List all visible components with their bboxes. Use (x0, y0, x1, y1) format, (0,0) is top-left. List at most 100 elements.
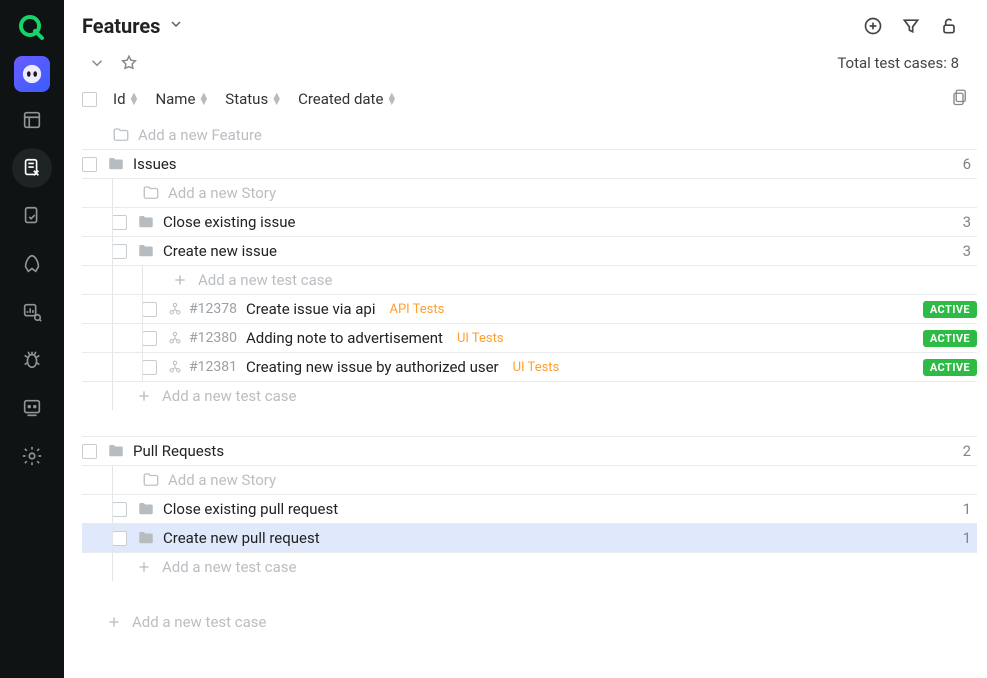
testcase-tag: UI Tests (457, 331, 504, 346)
testcase-id: #12380 (189, 330, 237, 346)
group-name: Issues (133, 155, 177, 173)
nav-analytics[interactable] (12, 292, 52, 332)
placeholder-text: Add a new test case (198, 271, 332, 289)
testcase-row[interactable]: #12381 Creating new issue by authorized … (82, 352, 977, 381)
group-row[interactable]: Pull Requests 2 (82, 436, 977, 465)
placeholder-text: Add a new Feature (138, 126, 262, 144)
folder-icon (137, 213, 155, 231)
row-checkbox[interactable] (142, 331, 157, 346)
story-count: 3 (963, 242, 977, 260)
story-row[interactable]: Close existing pull request 1 (82, 494, 977, 523)
row-checkbox[interactable] (112, 215, 127, 230)
app-logo-icon (16, 12, 48, 44)
row-checkbox[interactable] (112, 502, 127, 517)
lock-open-icon[interactable] (939, 16, 959, 36)
row-checkbox[interactable] (82, 157, 97, 172)
folder-icon (142, 471, 160, 489)
testcase-id: #12381 (189, 359, 237, 375)
testcase-name: Creating new issue by authorized user (246, 358, 499, 376)
nav-launches[interactable] (12, 244, 52, 284)
add-story-row[interactable]: Add a new Story (82, 465, 977, 494)
group-count: 2 (963, 442, 977, 460)
group-name: Pull Requests (133, 442, 224, 460)
row-checkbox[interactable] (82, 444, 97, 459)
col-name[interactable]: Name▲▼ (155, 90, 209, 108)
nav-settings[interactable] (12, 436, 52, 476)
subbar: Total test cases: 8 (64, 44, 987, 82)
sidebar (0, 0, 64, 678)
group-count: 6 (963, 155, 977, 173)
chevron-down-icon[interactable] (168, 16, 184, 36)
story-row[interactable]: Create new issue 3 (82, 236, 977, 265)
plus-icon (106, 614, 122, 630)
main: Features (64, 0, 987, 678)
filter-icon[interactable] (901, 16, 921, 36)
folder-icon (112, 126, 130, 144)
folder-icon (142, 184, 160, 202)
nav-dashboard[interactable] (12, 100, 52, 140)
add-icon[interactable] (863, 16, 883, 36)
story-row[interactable]: Create new pull request 1 (82, 523, 977, 552)
row-checkbox[interactable] (142, 360, 157, 375)
add-feature-row[interactable]: Add a new Feature (82, 120, 977, 149)
folder-icon (107, 442, 125, 460)
testcase-row[interactable]: #12378 Create issue via api API Tests AC… (82, 294, 977, 323)
add-testcase-row[interactable]: Add a new test case (82, 265, 977, 294)
folder-icon (137, 242, 155, 260)
nav-runs[interactable] (12, 196, 52, 236)
row-checkbox[interactable] (142, 302, 157, 317)
select-all-checkbox[interactable] (82, 92, 97, 107)
add-testcase-row[interactable]: Add a new test case (82, 552, 977, 581)
placeholder-text: Add a new test case (132, 613, 266, 631)
folder-icon (137, 529, 155, 547)
star-icon[interactable] (120, 54, 138, 72)
group-row[interactable]: Issues 6 (82, 149, 977, 178)
testcase-row[interactable]: #12380 Adding note to advertisement UI T… (82, 323, 977, 352)
story-count: 1 (963, 500, 977, 518)
col-created[interactable]: Created date▲▼ (298, 90, 397, 108)
folder-icon (137, 500, 155, 518)
story-name: Close existing issue (163, 213, 296, 231)
testcase-id: #12378 (189, 301, 237, 317)
row-checkbox[interactable] (112, 531, 127, 546)
testcase-icon (167, 330, 183, 346)
nav-defects[interactable] (12, 340, 52, 380)
col-status[interactable]: Status▲▼ (225, 90, 282, 108)
story-count: 1 (963, 529, 977, 547)
story-name: Create new issue (163, 242, 277, 260)
testcase-tag: API Tests (389, 302, 444, 317)
col-id[interactable]: Id▲▼ (113, 90, 139, 108)
row-checkbox[interactable] (112, 244, 127, 259)
add-story-row[interactable]: Add a new Story (82, 178, 977, 207)
placeholder-text: Add a new Story (168, 471, 276, 489)
status-badge: ACTIVE (923, 301, 977, 318)
columns-bar: Id▲▼ Name▲▼ Status▲▼ Created date▲▼ (64, 82, 987, 120)
tree-grid[interactable]: Add a new Feature Issues 6 Add a new Sto… (64, 120, 987, 678)
testcase-name: Create issue via api (246, 300, 376, 318)
testcase-tag: UI Tests (513, 360, 560, 375)
add-testcase-row[interactable]: Add a new test case (82, 381, 977, 410)
story-row[interactable]: Close existing issue 3 (82, 207, 977, 236)
topbar: Features (64, 0, 987, 44)
placeholder-text: Add a new Story (168, 184, 276, 202)
page-title: Features (82, 14, 160, 38)
plus-icon (136, 559, 152, 575)
nav-jobs[interactable] (12, 388, 52, 428)
plus-icon (136, 388, 152, 404)
status-badge: ACTIVE (923, 359, 977, 376)
plus-icon (172, 272, 188, 288)
nav-testcases[interactable] (12, 148, 52, 188)
story-name: Close existing pull request (163, 500, 338, 518)
collapse-all-icon[interactable] (88, 54, 106, 72)
placeholder-text: Add a new test case (162, 387, 296, 405)
total-count: Total test cases: 8 (837, 54, 959, 72)
folder-icon (107, 155, 125, 173)
testcase-name: Adding note to advertisement (246, 329, 443, 347)
status-badge: ACTIVE (923, 330, 977, 347)
add-testcase-row[interactable]: Add a new test case (82, 607, 977, 636)
columns-settings-icon[interactable] (951, 88, 969, 110)
avatar[interactable] (14, 56, 50, 92)
testcase-icon (167, 359, 183, 375)
story-name: Create new pull request (163, 529, 320, 547)
story-count: 3 (963, 213, 977, 231)
